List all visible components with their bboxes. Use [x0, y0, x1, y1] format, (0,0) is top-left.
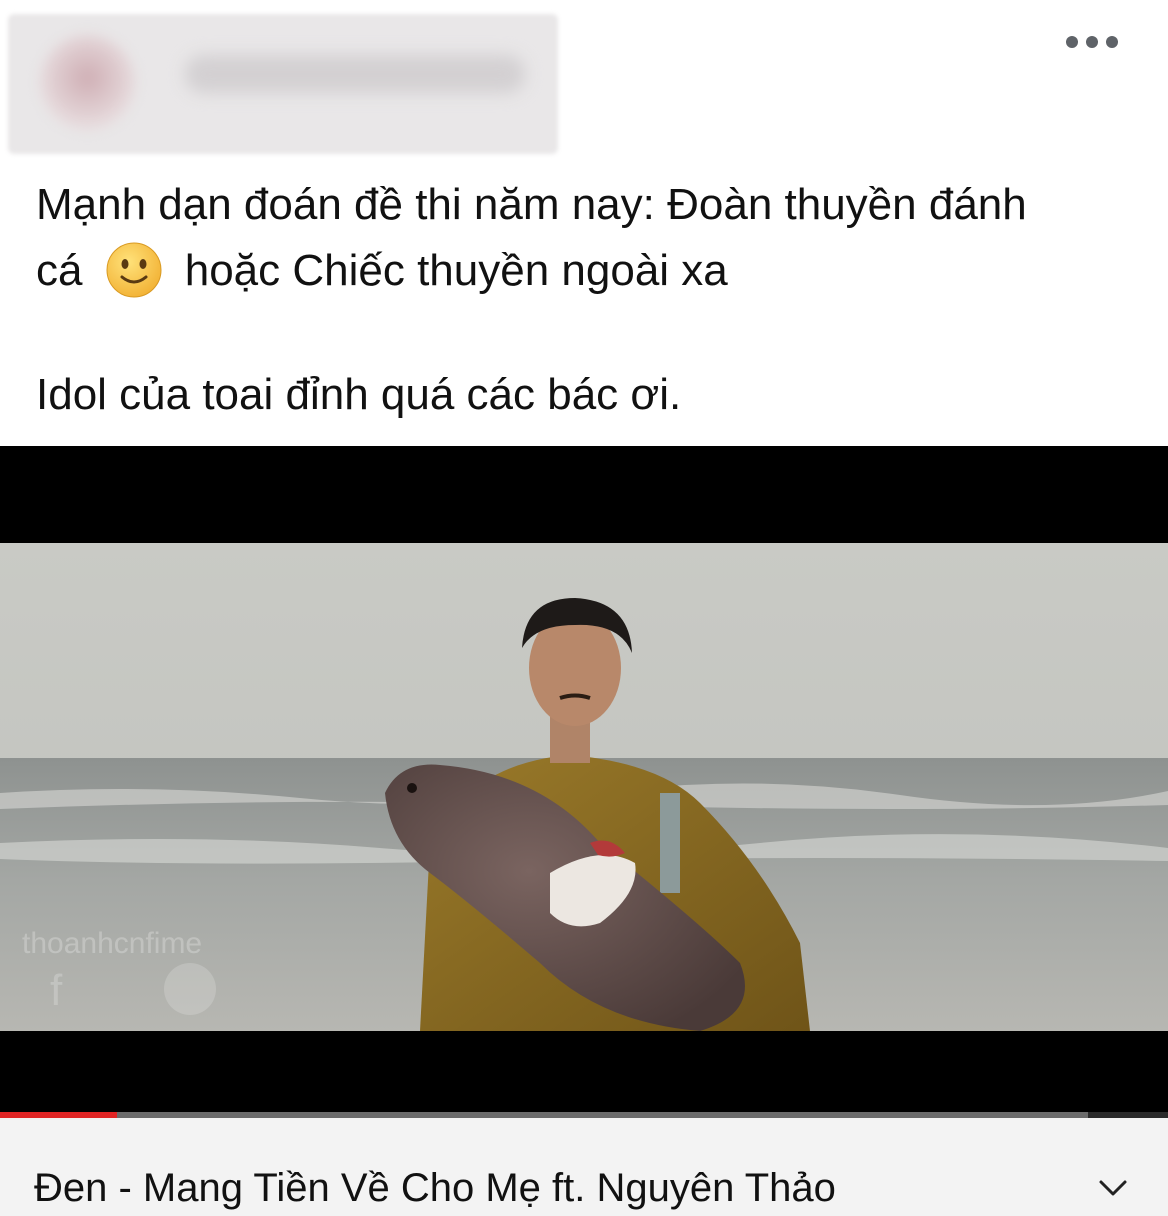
video-frame[interactable]: thoanhcnfime f: [0, 543, 1168, 1031]
smiling-face-emoji-icon: [106, 242, 162, 298]
video-still-image: thoanhcnfime f: [0, 543, 1168, 1031]
post-line-1: Mạnh dạn đoán đề thi năm nay: Đoàn thuyề…: [36, 180, 1027, 229]
post-header: [0, 0, 1168, 160]
video-info-bar[interactable]: Đen - Mang Tiền Về Cho Mẹ ft. Nguyên Thả…: [0, 1118, 1168, 1216]
author-name-blurred[interactable]: [185, 55, 525, 93]
svg-text:f: f: [50, 966, 63, 1015]
avatar[interactable]: [40, 35, 135, 130]
chevron-down-icon[interactable]: [1098, 1176, 1128, 1200]
post-line-3: Idol của toai đỉnh quá các bác ơi.: [36, 370, 682, 419]
post-line-2: cá hoặc Chiếc thuyền ngoài xa: [36, 238, 1146, 304]
more-options-button[interactable]: [1066, 30, 1118, 54]
svg-text:thoanhcnfime: thoanhcnfime: [22, 927, 202, 960]
video-title[interactable]: Đen - Mang Tiền Về Cho Mẹ ft. Nguyên Thả…: [34, 1166, 836, 1211]
post-body: Mạnh dạn đoán đề thi năm nay: Đoàn thuyề…: [36, 172, 1146, 428]
more-horizontal-icon: [1066, 36, 1078, 48]
video-player[interactable]: thoanhcnfime f: [0, 446, 1168, 1116]
